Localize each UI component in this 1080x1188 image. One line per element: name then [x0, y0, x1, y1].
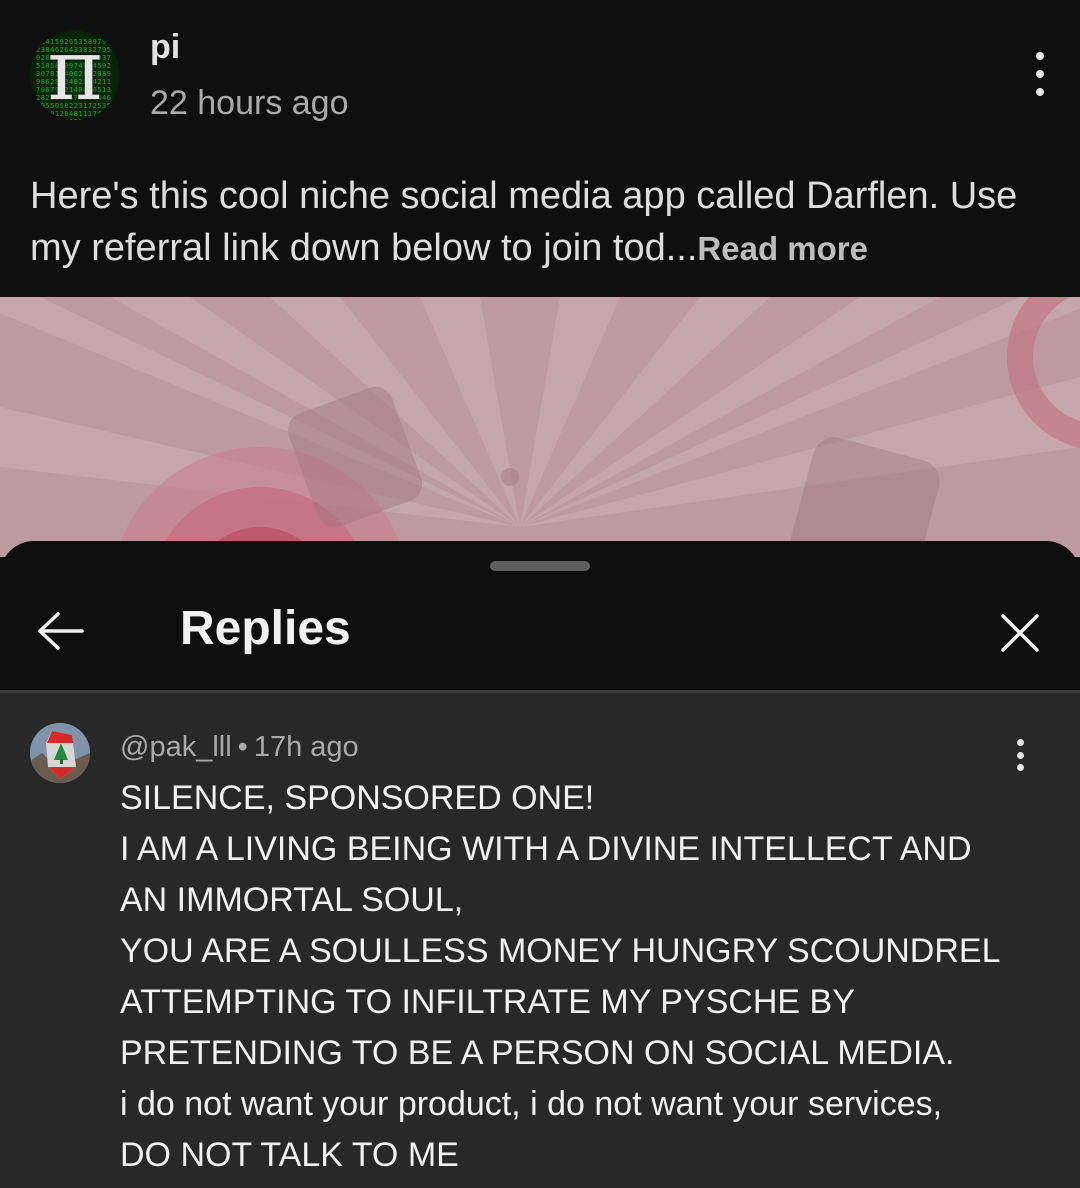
reply-comment[interactable]: @pak_lll • 17h ago SILENCE, SPONSORED ONE!… [0, 693, 1080, 1188]
post-text[interactable]: Here's this cool niche social media app … [30, 170, 1050, 275]
author-avatar[interactable]: 3141592653589793238462643383279502884197… [30, 30, 120, 120]
sunburst-graphic [0, 297, 1080, 557]
sheet-title: Replies [180, 602, 351, 655]
dot [1016, 764, 1024, 771]
dot [1016, 739, 1024, 746]
commenter-handle[interactable]: @pak_lll [120, 731, 232, 763]
comment-line: DO NOT TALK TO ME [120, 1136, 459, 1174]
comment-meta: @pak_lll • 17h ago [120, 731, 359, 764]
comment-more-options-icon[interactable] [1008, 739, 1032, 771]
dot [1036, 88, 1044, 96]
commenter-avatar[interactable] [30, 723, 90, 783]
pi-symbol-icon: π [47, 30, 103, 119]
comment-text: SILENCE, SPONSORED ONE! I AM A LIVING BE… [120, 773, 1020, 1181]
replies-sheet: Replies @pak_lll • 17h ago SILENCE, SPON… [0, 541, 1080, 1188]
post-timestamp: 22 hours ago [150, 84, 349, 122]
back-button[interactable] [30, 609, 90, 653]
comment-line: PRETENDING TO BE A PERSON ON SOCIAL MEDI… [120, 1034, 955, 1072]
dot [1036, 70, 1044, 78]
sheet-drag-handle[interactable] [490, 561, 590, 571]
comment-line: ATTEMPTING TO INFILTRATE MY PYSCHE BY [120, 983, 855, 1021]
close-button[interactable] [996, 609, 1044, 657]
close-icon [1001, 614, 1039, 652]
meta-separator: • [237, 731, 248, 763]
comment-timestamp: 17h ago [253, 731, 359, 763]
post-more-options-icon[interactable] [1024, 52, 1056, 96]
original-post: 3141592653589793238462643383279502884197… [0, 0, 1080, 297]
comment-line: I AM A LIVING BEING WITH A DIVINE INTELL… [120, 830, 972, 868]
post-author-name[interactable]: pi [150, 28, 180, 67]
arrow-left-icon [38, 612, 84, 650]
comment-line: YOU ARE A SOULLESS MONEY HUNGRY SCOUNDRE… [120, 932, 1001, 970]
comment-line: SILENCE, SPONSORED ONE! [120, 779, 595, 817]
post-body-text: Here's this cool niche social media app … [30, 175, 1018, 269]
comment-line: i do not want your product, i do not wan… [120, 1085, 943, 1123]
flag-avatar-image [30, 723, 90, 783]
read-more-link[interactable]: Read more [697, 230, 868, 267]
comment-line: AN IMMORTAL SOUL, [120, 881, 464, 919]
post-image[interactable] [0, 297, 1080, 557]
dot [1016, 751, 1024, 759]
dot [1036, 52, 1044, 60]
